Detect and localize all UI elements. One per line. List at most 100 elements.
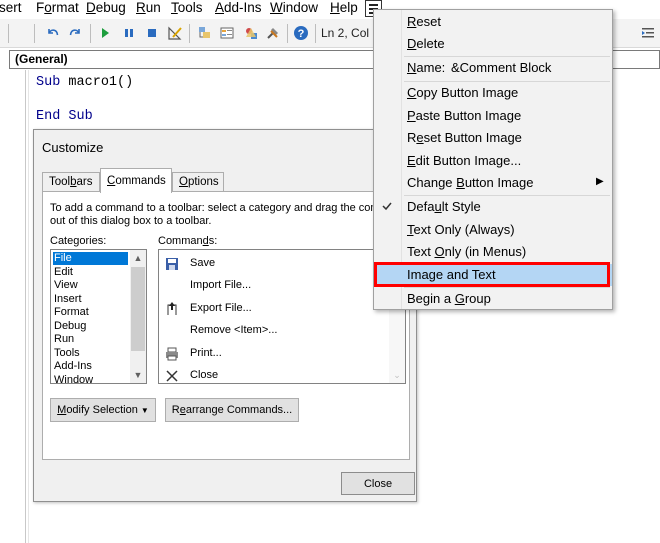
scroll-down-icon[interactable]: ⌄ — [389, 367, 405, 383]
break-icon[interactable] — [121, 25, 137, 41]
list-item[interactable]: Import File... — [161, 276, 386, 296]
list-item[interactable]: Format — [53, 306, 89, 319]
properties-icon[interactable] — [219, 25, 235, 41]
menu-item-text-only-in-menus[interactable]: Text Only (in Menus) — [374, 241, 612, 263]
menu-item-label: Name: — [407, 60, 446, 75]
menu-item-label: Default Style — [407, 199, 481, 214]
print-icon — [164, 346, 180, 362]
menu-item-label: Edit Button Image... — [407, 153, 522, 168]
menu-item-label: Delete — [407, 36, 445, 51]
export-file-icon — [164, 301, 180, 317]
list-item[interactable]: Run — [53, 333, 74, 346]
commands-list[interactable]: Save Import File... Export File... Remov… — [158, 249, 406, 384]
toolbar-separator — [287, 24, 288, 43]
toolbox-icon[interactable] — [265, 25, 281, 41]
menu-item-paste-button-image[interactable]: Paste Button Image — [374, 105, 612, 127]
menu-debug[interactable]: Debug — [86, 0, 126, 17]
redo-icon[interactable] — [67, 25, 83, 41]
tab-toolbars[interactable]: Toolbars — [42, 172, 100, 192]
menu-run[interactable]: Run — [136, 0, 161, 17]
list-item[interactable]: View — [53, 279, 78, 292]
run-icon[interactable] — [97, 25, 113, 41]
categories-label: Categories: — [50, 235, 107, 247]
highlight-annotation-box — [374, 262, 610, 287]
menu-item-label: Reset Button Image — [407, 130, 522, 145]
menu-item-label: Change Button Image — [407, 175, 534, 190]
cursor-position-readout: Ln 2, Col — [321, 26, 370, 40]
menu-window[interactable]: Window — [270, 0, 318, 17]
scroll-down-icon[interactable]: ▼ — [130, 367, 146, 383]
indent-icon[interactable] — [640, 25, 656, 41]
project-explorer-icon[interactable] — [197, 25, 213, 41]
dialog-title: Customize — [42, 140, 104, 155]
categories-scrollbar[interactable]: ▲ ▼ — [130, 250, 146, 383]
design-mode-icon[interactable] — [167, 25, 183, 41]
save-icon — [164, 256, 180, 272]
menu-item-edit-button-image[interactable]: Edit Button Image... — [374, 150, 612, 172]
close-button[interactable]: Close — [341, 472, 415, 495]
menu-add-ins[interactable]: Add-Ins — [215, 0, 262, 17]
toolbar-separator — [315, 24, 316, 43]
list-item[interactable]: Add-Ins — [53, 360, 92, 373]
menu-item-label: Begin a Group — [407, 291, 491, 306]
categories-list[interactable]: File Edit View Insert Format Debug Run T… — [50, 249, 147, 384]
customize-dialog: Customize Toolbars Commands Options To a… — [33, 129, 417, 502]
list-item[interactable]: Tools — [53, 347, 80, 360]
list-item[interactable]: Save — [161, 254, 386, 274]
menu-item-default-style[interactable]: Default Style — [374, 196, 612, 218]
modify-selection-button[interactable]: Modify Selection ▼ — [50, 398, 156, 422]
menu-item-label: Copy Button Image — [407, 85, 519, 100]
tab-commands[interactable]: Commands — [100, 168, 172, 193]
list-item[interactable]: Insert — [53, 293, 82, 306]
commands-tab-panel: To add a command to a toolbar: select a … — [42, 191, 410, 460]
list-item[interactable]: Print... — [161, 344, 386, 364]
menu-item-label: Reset — [407, 14, 441, 29]
menu-item-text-only-always[interactable]: Text Only (Always) — [374, 219, 612, 241]
rearrange-commands-button[interactable]: Rearrange Commands... — [165, 398, 299, 422]
menu-item-change-button-image[interactable]: Change Button Image ▶ — [374, 172, 612, 194]
menu-item-reset[interactable]: Reset — [374, 11, 612, 33]
menu-help[interactable]: Help — [330, 0, 358, 17]
list-item[interactable]: Close — [161, 366, 386, 383]
scroll-up-icon[interactable]: ▲ — [130, 250, 146, 266]
menu-item-name[interactable]: Name: &Comment Block — [374, 57, 612, 79]
menu-item-label: Text Only (Always) — [407, 222, 515, 237]
commands-label: Commands: — [158, 235, 218, 247]
name-value[interactable]: &Comment Block — [451, 60, 551, 75]
menu-format[interactable]: Format — [36, 0, 79, 17]
toolbar-separator — [34, 24, 35, 43]
reset-icon[interactable] — [144, 25, 160, 41]
list-item[interactable]: Window — [53, 374, 93, 384]
list-item[interactable]: Export File... — [161, 299, 386, 319]
dropdown-arrow-icon: ▼ — [140, 406, 149, 415]
list-item[interactable]: Remove <Item>... — [161, 321, 386, 341]
instructions-text: To add a command to a toolbar: select a … — [50, 202, 380, 227]
object-browser-icon[interactable] — [243, 25, 259, 41]
submenu-arrow-icon: ▶ — [596, 176, 604, 187]
menu-item-begin-a-group[interactable]: Begin a Group — [374, 288, 612, 310]
code-line-2[interactable]: End Sub — [36, 109, 93, 124]
toolbar-separator — [90, 24, 91, 43]
list-item[interactable]: File — [53, 252, 128, 266]
menu-insert[interactable]: sert — [0, 0, 22, 17]
menu-item-reset-button-image[interactable]: Reset Button Image — [374, 127, 612, 149]
code-line-1[interactable]: Sub macro1() — [36, 75, 133, 90]
menu-item-copy-button-image[interactable]: Copy Button Image — [374, 82, 612, 104]
list-item[interactable]: Edit — [53, 266, 73, 279]
tab-options[interactable]: Options — [172, 172, 224, 192]
svg-text:?: ? — [298, 28, 305, 40]
margin-indicator-bar[interactable] — [25, 70, 29, 543]
list-item[interactable]: Debug — [53, 320, 86, 333]
undo-icon[interactable] — [45, 25, 61, 41]
help-icon[interactable]: ? — [293, 25, 309, 41]
menu-tools[interactable]: Tools — [171, 0, 203, 17]
close-icon — [164, 368, 180, 383]
menu-item-delete[interactable]: Delete — [374, 33, 612, 55]
menu-item-label: Text Only (in Menus) — [407, 244, 527, 259]
toolbar-separator — [189, 24, 190, 43]
dialog-tabs: Toolbars Commands Options — [42, 168, 412, 193]
toolbar-separator — [8, 24, 9, 43]
scrollbar-thumb[interactable] — [131, 267, 145, 351]
menu-item-label: Paste Button Image — [407, 108, 522, 123]
checkmark-icon — [380, 199, 394, 213]
